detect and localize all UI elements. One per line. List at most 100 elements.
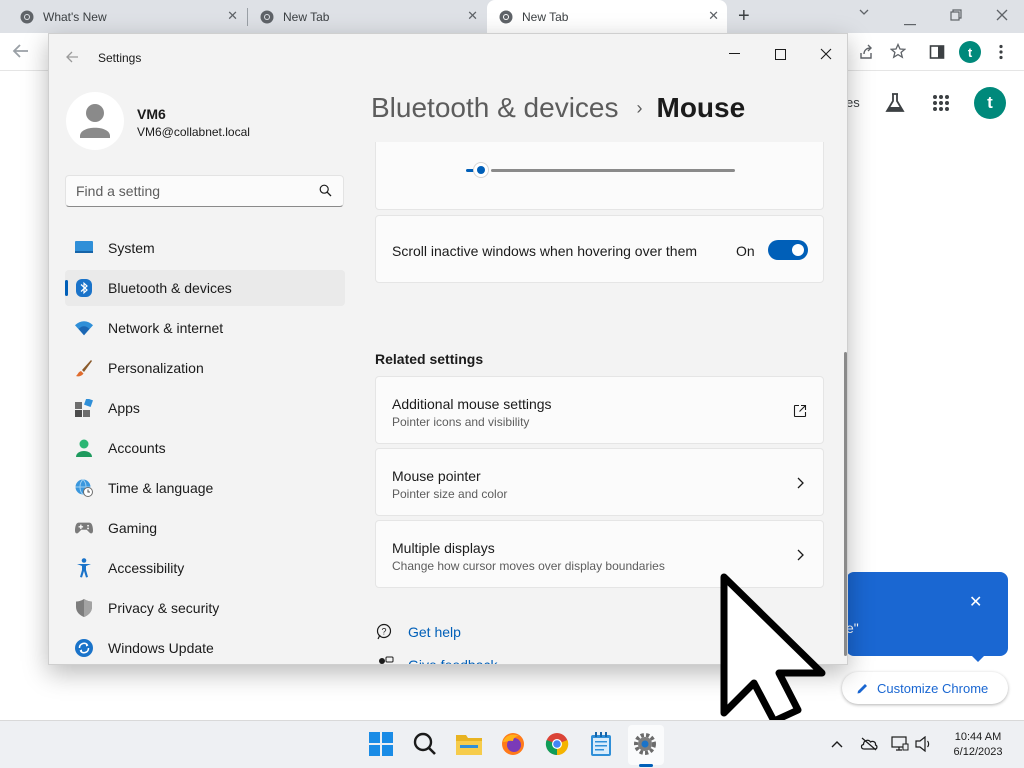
tab-close-icon[interactable]: ✕ (467, 9, 478, 23)
sidebar-item-bluetooth-devices[interactable]: Bluetooth & devices (65, 270, 345, 306)
side-panel-icon[interactable] (929, 44, 945, 60)
sidebar-item-network-internet[interactable]: Network & internet (65, 310, 345, 346)
ntp-link-text[interactable]: es (846, 95, 860, 110)
related-item-subtitle: Pointer icons and visibility (392, 415, 530, 429)
sidebar-item-privacy-security[interactable]: Privacy & security (65, 590, 345, 626)
active-app-indicator (639, 764, 653, 767)
related-item-title: Multiple displays (392, 540, 495, 556)
back-arrow-icon[interactable] (65, 50, 79, 69)
tab-close-icon[interactable]: ✕ (708, 9, 719, 23)
ntp-profile-avatar[interactable]: t (974, 87, 1006, 119)
chevron-up-icon[interactable] (828, 735, 846, 753)
minimize-icon[interactable] (904, 14, 916, 29)
customize-chrome-button[interactable]: Customize Chrome (842, 672, 1008, 704)
minimize-icon[interactable] (711, 40, 757, 68)
close-icon[interactable] (803, 40, 847, 68)
browser-tab-whats-new[interactable]: What's New ✕ (8, 0, 246, 33)
chrome-favicon-icon (260, 10, 274, 24)
sidebar-item-label: System (108, 240, 155, 256)
avatar[interactable] (66, 92, 124, 150)
scroll-inactive-card: Scroll inactive windows when hovering ov… (375, 215, 824, 283)
bookmark-star-icon[interactable] (890, 43, 906, 59)
volume-icon[interactable] (915, 735, 933, 753)
related-additional-mouse-settings[interactable]: Additional mouse settings Pointer icons … (375, 376, 824, 444)
sidebar-item-label: Accounts (108, 440, 166, 456)
sidebar-item-gaming[interactable]: Gaming (65, 510, 345, 546)
sidebar-item-accessibility[interactable]: Accessibility (65, 550, 345, 586)
chrome-favicon-icon (499, 10, 513, 24)
settings-window-title: Settings (98, 51, 142, 65)
chrome-favicon-icon (20, 10, 34, 24)
related-item-title: Additional mouse settings (392, 396, 552, 412)
sidebar-item-label: Personalization (108, 360, 204, 376)
sidebar-item-apps[interactable]: Apps (65, 390, 345, 426)
start-icon[interactable] (368, 731, 394, 757)
sidebar-item-windows-update[interactable]: Windows Update (65, 630, 345, 664)
profile-avatar[interactable]: t (959, 41, 981, 63)
browser-tab-new-tab-active[interactable]: New Tab ✕ (487, 0, 727, 33)
maximize-icon[interactable] (757, 40, 803, 68)
close-window-icon[interactable] (996, 9, 1008, 24)
search-icon (319, 184, 332, 197)
customize-chrome-label: Customize Chrome (877, 680, 989, 696)
sidebar-item-label: Apps (108, 400, 140, 416)
sidebar-item-accounts[interactable]: Accounts (65, 430, 345, 466)
notepad-icon[interactable] (588, 731, 614, 757)
tab-title: New Tab (283, 9, 330, 24)
firefox-icon[interactable] (500, 731, 526, 757)
user-email: VM6@collabnet.local (137, 125, 250, 139)
vertical-scrollbar[interactable] (844, 352, 847, 656)
related-settings-heading: Related settings (375, 351, 484, 367)
related-mouse-pointer[interactable]: Mouse pointer Pointer size and color (375, 448, 824, 516)
scroll-speed-card (375, 142, 824, 210)
wifi-icon (75, 319, 93, 337)
customize-promo-bubble: e" ✕ (846, 572, 1008, 656)
breadcrumb-separator-icon: › (636, 97, 643, 118)
restore-icon[interactable] (950, 9, 962, 24)
new-tab-button[interactable]: + (738, 5, 750, 27)
sidebar-item-label: Bluetooth & devices (108, 280, 232, 296)
settings-window: Settings VM6 VM6@collabnet.local Find a … (48, 33, 848, 665)
onedrive-offline-icon[interactable] (860, 735, 878, 753)
tab-close-icon[interactable]: ✕ (227, 9, 238, 23)
sidebar-item-label: Privacy & security (108, 600, 220, 616)
browser-tab-strip: What's New ✕ New Tab ✕ New Tab ✕ + (0, 0, 1024, 33)
sidebar-item-system[interactable]: System (65, 230, 345, 266)
scroll-inactive-toggle[interactable] (768, 240, 808, 260)
get-help-link[interactable]: Get help (408, 624, 461, 640)
give-feedback-link[interactable]: Give feedback (408, 657, 498, 664)
scroll-inactive-label: Scroll inactive windows when hovering ov… (392, 243, 698, 259)
file-explorer-icon[interactable] (456, 731, 482, 757)
share-icon[interactable] (858, 44, 874, 60)
sidebar-item-personalization[interactable]: Personalization (65, 350, 345, 386)
system-icon (75, 239, 93, 257)
more-menu-icon[interactable] (999, 44, 1003, 60)
search-icon[interactable] (412, 731, 438, 757)
system-clock[interactable]: 10:44 AM 6/12/2023 (946, 730, 1010, 760)
promo-close-icon[interactable]: ✕ (969, 592, 982, 612)
sidebar-item-label: Accessibility (108, 560, 185, 576)
update-icon (75, 639, 93, 657)
google-apps-grid-icon[interactable] (932, 94, 950, 112)
settings-gear-icon[interactable] (632, 731, 658, 757)
tab-search-chevron-icon[interactable] (858, 6, 870, 21)
browser-tab-new-tab[interactable]: New Tab ✕ (248, 0, 486, 33)
settings-title-bar: Settings (49, 34, 847, 82)
sidebar-item-time-language[interactable]: Time & language (65, 470, 345, 506)
breadcrumb-parent[interactable]: Bluetooth & devices (371, 92, 619, 124)
back-arrow-icon[interactable] (12, 43, 30, 59)
search-placeholder: Find a setting (76, 183, 161, 199)
sidebar-item-label: Time & language (108, 480, 214, 496)
chevron-right-icon (792, 547, 808, 563)
scroll-speed-slider-track[interactable] (491, 169, 735, 172)
external-link-icon (792, 403, 808, 419)
toggle-state-label: On (736, 243, 755, 259)
labs-flask-icon[interactable] (884, 92, 906, 114)
network-icon[interactable] (891, 735, 909, 753)
search-input[interactable]: Find a setting (65, 175, 344, 207)
sidebar-item-label: Windows Update (108, 640, 214, 656)
chrome-icon[interactable] (544, 731, 570, 757)
tab-title: New Tab (522, 9, 569, 24)
scroll-speed-slider-thumb[interactable] (474, 163, 488, 177)
taskbar: 10:44 AM 6/12/2023 (0, 720, 1024, 768)
